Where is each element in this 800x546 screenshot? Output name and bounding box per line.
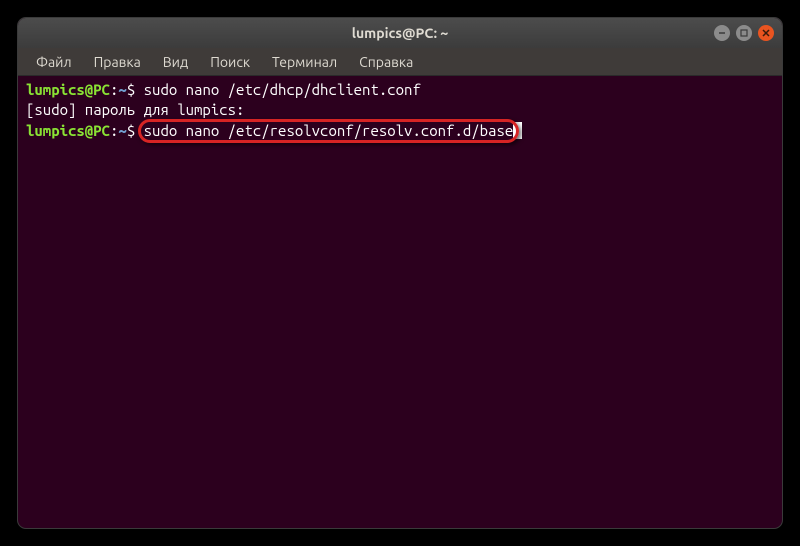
prompt-user: lumpics@PC xyxy=(26,122,110,139)
close-button[interactable] xyxy=(758,25,774,41)
output-text: [sudo] пароль для lumpics: xyxy=(26,101,253,118)
highlighted-command: sudo nano /etc/resolvconf/resolv.conf.d/… xyxy=(144,121,514,141)
menu-help[interactable]: Справка xyxy=(349,50,423,74)
prompt-path: ~ xyxy=(118,81,126,98)
command-text: sudo nano /etc/dhcp/dhclient.conf xyxy=(144,81,421,98)
prompt-symbol: $ xyxy=(127,81,135,98)
maximize-button[interactable] xyxy=(736,25,752,41)
command-text: sudo nano /etc/resolvconf/resolv.conf.d/… xyxy=(144,122,514,139)
terminal-line: lumpics@PC:~$ sudo nano /etc/resolvconf/… xyxy=(26,121,774,141)
menubar: Файл Правка Вид Поиск Терминал Справка xyxy=(18,48,782,76)
terminal-line: [sudo] пароль для lumpics: xyxy=(26,100,774,120)
menu-file[interactable]: Файл xyxy=(26,50,82,74)
minimize-button[interactable] xyxy=(714,25,730,41)
terminal-body[interactable]: lumpics@PC:~$ sudo nano /etc/dhcp/dhclie… xyxy=(18,76,782,145)
prompt-path: ~ xyxy=(118,122,126,139)
close-icon xyxy=(762,29,770,37)
menu-edit[interactable]: Правка xyxy=(84,50,151,74)
minimize-icon xyxy=(718,29,726,37)
terminal-window: lumpics@PC: ~ Файл Правка Вид Поиск Терм… xyxy=(18,18,782,528)
window-controls xyxy=(714,25,774,41)
menu-search[interactable]: Поиск xyxy=(200,50,260,74)
terminal-line: lumpics@PC:~$ sudo nano /etc/dhcp/dhclie… xyxy=(26,80,774,100)
window-title: lumpics@PC: ~ xyxy=(352,25,449,41)
menu-view[interactable]: Вид xyxy=(153,50,198,74)
command-text xyxy=(135,81,143,98)
prompt-user: lumpics@PC xyxy=(26,81,110,98)
prompt-symbol: $ xyxy=(127,122,135,139)
cursor xyxy=(513,122,522,139)
maximize-icon xyxy=(740,29,748,37)
titlebar[interactable]: lumpics@PC: ~ xyxy=(18,18,782,48)
menu-terminal[interactable]: Терминал xyxy=(262,50,347,74)
